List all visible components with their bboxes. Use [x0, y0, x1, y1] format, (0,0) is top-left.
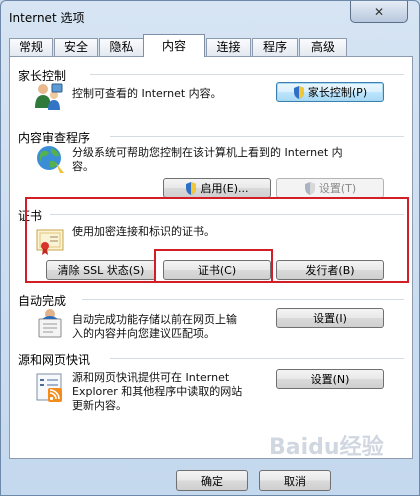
parental-controls-button[interactable]: 家长控制(P)	[276, 82, 384, 102]
cancel-button[interactable]: 取消	[259, 470, 331, 491]
autocomplete-description-line2: 入的内容并向您建议匹配项。	[72, 327, 215, 340]
certificates-description: 使用加密连接和标识的证书。	[72, 225, 215, 238]
certificate-icon	[36, 229, 64, 255]
group-divider	[82, 299, 404, 300]
tab-advanced[interactable]: 高级	[299, 38, 347, 57]
group-divider	[50, 214, 404, 215]
close-icon: ✕	[373, 4, 385, 19]
tab-connections[interactable]: 连接	[206, 38, 251, 57]
content-advisor-settings-button[interactable]: 设置(T)	[276, 178, 384, 198]
autocomplete-settings-button[interactable]: 设置(I)	[276, 308, 384, 328]
feeds-description-line2: Explorer 和其他程序中读取的网站	[72, 385, 243, 398]
group-divider	[110, 358, 404, 359]
baidu-watermark: Baidu经验	[269, 435, 384, 460]
tab-general[interactable]: 常规	[9, 38, 53, 57]
content-advisor-enable-label: 启用(E)...	[200, 182, 249, 195]
title-bar: Internet 选项 ✕	[1, 1, 419, 31]
group-divider	[110, 136, 404, 137]
parental-controls-button-label: 家长控制(P)	[307, 86, 368, 99]
clear-ssl-state-button[interactable]: 清除 SSL 状态(S)	[46, 260, 156, 280]
uac-shield-icon	[293, 85, 304, 99]
parental-control-icon	[35, 83, 63, 110]
certificates-group-title: 证书	[18, 207, 47, 224]
content-advisor-description-line2: 容。	[72, 160, 94, 173]
uac-shield-icon	[304, 181, 315, 195]
feeds-description-line1: 源和网页快讯提供可在 Internet	[72, 371, 230, 384]
globe-icon	[37, 146, 64, 173]
group-divider	[90, 74, 404, 75]
content-advisor-description-line1: 分级系统可帮助您控制在该计算机上看到的 Internet 内	[72, 146, 343, 159]
feeds-description-line3: 更新内容。	[72, 399, 127, 412]
ok-button[interactable]: 确定	[176, 470, 248, 491]
autocomplete-icon	[38, 309, 62, 338]
rss-feed-icon	[36, 373, 62, 402]
tab-security[interactable]: 安全	[54, 38, 98, 57]
certificates-button[interactable]: 证书(C)	[163, 260, 271, 280]
autocomplete-description-line1: 自动完成功能存储以前在网页上输	[72, 313, 237, 326]
close-button[interactable]: ✕	[350, 1, 408, 23]
tab-programs[interactable]: 程序	[252, 38, 298, 57]
window-title: Internet 选项	[9, 11, 85, 25]
uac-shield-icon	[186, 181, 197, 195]
tab-content[interactable]: 内容	[143, 34, 205, 57]
publishers-button[interactable]: 发行者(B)	[276, 260, 384, 280]
content-advisor-enable-button[interactable]: 启用(E)...	[163, 178, 271, 198]
content-tab-panel: 家长控制 控制可查看的 Internet 内容。 家长控制(P) 内容审查程序 …	[9, 56, 413, 459]
content-advisor-settings-label: 设置(T)	[318, 182, 357, 195]
internet-options-window: Internet 选项 ✕ 常规 安全 隐私 内容 连接 程序 高级 家长控制 …	[0, 0, 420, 496]
feeds-settings-button[interactable]: 设置(N)	[276, 369, 384, 389]
tab-privacy[interactable]: 隐私	[99, 38, 144, 57]
feeds-group-title: 源和网页快讯	[18, 351, 95, 368]
parental-description: 控制可查看的 Internet 内容。	[72, 87, 222, 100]
